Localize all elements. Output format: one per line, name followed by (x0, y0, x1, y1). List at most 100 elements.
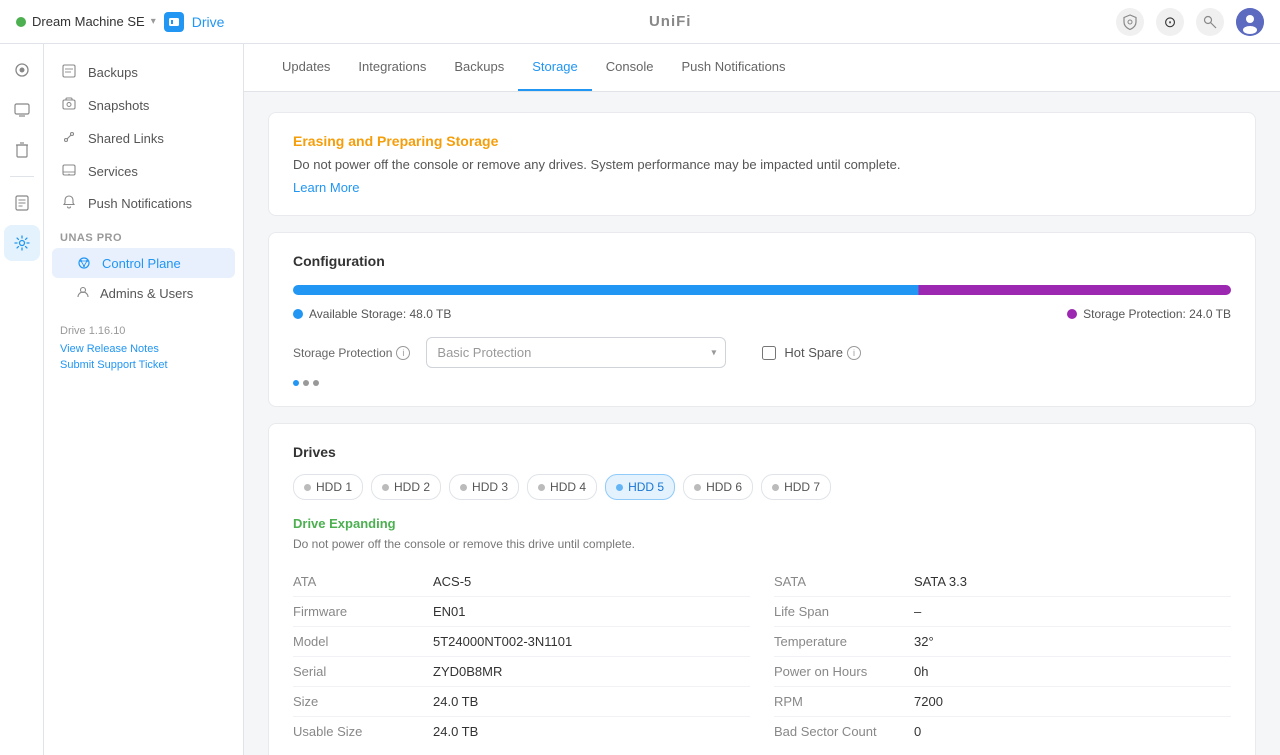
display-icon[interactable] (4, 92, 40, 128)
drive-dot-7 (772, 484, 779, 491)
drive-dot-2 (382, 484, 389, 491)
configuration-card: Configuration Available Storage: 48.0 TB… (268, 232, 1256, 407)
erasing-title: Erasing and Preparing Storage (293, 133, 1231, 149)
drive-badge-4[interactable]: HDD 4 (527, 474, 597, 500)
drives-title: Drives (293, 444, 1231, 460)
nav-item-push-notifications[interactable]: Push Notifications (44, 187, 243, 220)
detail-value: 24.0 TB (433, 724, 478, 739)
available-dot (293, 309, 303, 319)
available-storage-legend: Available Storage: 48.0 TB (293, 307, 451, 321)
detail-label: SATA (774, 574, 914, 589)
detail-row: SerialZYD0B8MR (293, 657, 750, 687)
detail-label: Size (293, 694, 433, 709)
shield-icon[interactable] (1116, 8, 1144, 36)
storage-protection-select[interactable]: Basic Protection (426, 337, 726, 368)
drive-details-right: SATASATA 3.3Life Span–Temperature32°Powe… (774, 567, 1231, 746)
topbar-left: Dream Machine SE ▾ Drive (16, 12, 224, 32)
tab-updates[interactable]: Updates (268, 44, 344, 91)
doc-icon[interactable] (4, 185, 40, 221)
detail-value: 0h (914, 664, 928, 679)
storage-protection-select-wrapper: Basic Protection ▾ (426, 337, 726, 368)
icon-sidebar (0, 44, 44, 755)
erasing-desc: Do not power off the console or remove a… (293, 157, 1231, 172)
drive-dot-5 (616, 484, 623, 491)
detail-value: EN01 (433, 604, 466, 619)
shared-links-icon (60, 130, 78, 147)
settings-icon[interactable] (4, 225, 40, 261)
drive-badge-6[interactable]: HDD 6 (683, 474, 753, 500)
config-title: Configuration (293, 253, 1231, 269)
drive-badge-1[interactable]: HDD 1 (293, 474, 363, 500)
detail-row: Bad Sector Count0 (774, 717, 1231, 746)
services-icon (60, 163, 78, 179)
home-icon[interactable] (4, 52, 40, 88)
drive-details-grid: ATAACS-5FirmwareEN01Model5T24000NT002-3N… (293, 567, 1231, 746)
topbar-right: ⊙ (1116, 8, 1264, 36)
hot-spare-checkbox[interactable] (762, 346, 776, 360)
detail-label: Power on Hours (774, 664, 914, 679)
center-title: UniFi (649, 13, 692, 30)
drive-expanding-desc: Do not power off the console or remove t… (293, 537, 1231, 551)
trash-icon[interactable] (4, 132, 40, 168)
nav-sub-admins-users[interactable]: Admins & Users (44, 278, 243, 309)
drive-icon (164, 12, 184, 32)
drive-dot-6 (694, 484, 701, 491)
nav-sidebar: Backups Snapshots Shared Links Services … (44, 44, 244, 755)
detail-row: SATASATA 3.3 (774, 567, 1231, 597)
app-name: Drive (192, 14, 225, 30)
nav-item-services[interactable]: Services (44, 155, 243, 187)
device-status-dot (16, 17, 26, 27)
device-selector[interactable]: Dream Machine SE ▾ (16, 14, 156, 29)
learn-more-link[interactable]: Learn More (293, 180, 359, 195)
dot-2 (303, 380, 309, 386)
tab-push-notifications[interactable]: Push Notifications (667, 44, 799, 91)
detail-row: RPM7200 (774, 687, 1231, 717)
tab-integrations[interactable]: Integrations (344, 44, 440, 91)
avatar[interactable] (1236, 8, 1264, 36)
hot-spare-label: Hot Spare i (784, 345, 861, 360)
erasing-card: Erasing and Preparing Storage Do not pow… (268, 112, 1256, 216)
drive-dot-4 (538, 484, 545, 491)
nav-sub-control-plane[interactable]: Control Plane (52, 248, 235, 278)
tabs-bar: Updates Integrations Backups Storage Con… (244, 44, 1280, 92)
detail-value: 24.0 TB (433, 694, 478, 709)
tab-storage[interactable]: Storage (518, 44, 592, 91)
detail-value: SATA 3.3 (914, 574, 967, 589)
detail-value: – (914, 604, 921, 619)
detail-label: Model (293, 634, 433, 649)
chevron-down-icon: ▾ (151, 16, 156, 27)
drive-badge-3[interactable]: HDD 3 (449, 474, 519, 500)
detail-row: Usable Size24.0 TB (293, 717, 750, 746)
nav-label-services: Services (88, 164, 138, 179)
drives-list: HDD 1 HDD 2 HDD 3 HDD 4 HDD 5 HDD 6 HDD 7 (293, 474, 1231, 500)
drive-badge-7[interactable]: HDD 7 (761, 474, 831, 500)
nav-item-backups[interactable]: Backups (44, 56, 243, 89)
storage-legend: Available Storage: 48.0 TB Storage Prote… (293, 307, 1231, 321)
detail-label: Serial (293, 664, 433, 679)
tab-console[interactable]: Console (592, 44, 668, 91)
nav-label-shared: Shared Links (88, 131, 164, 146)
submit-support-ticket-link[interactable]: Submit Support Ticket (60, 359, 227, 371)
tab-backups[interactable]: Backups (440, 44, 518, 91)
backups-icon (60, 64, 78, 81)
device-name: Dream Machine SE (32, 14, 145, 29)
content-area: Updates Integrations Backups Storage Con… (244, 44, 1280, 755)
dot-1 (293, 380, 299, 386)
drive-expanding-title: Drive Expanding (293, 516, 1231, 531)
detail-value: ACS-5 (433, 574, 471, 589)
detail-row: Size24.0 TB (293, 687, 750, 717)
key-icon[interactable] (1196, 8, 1224, 36)
detail-value: 5T24000NT002-3N1101 (433, 634, 572, 649)
nav-item-snapshots[interactable]: Snapshots (44, 89, 243, 122)
main-content: Erasing and Preparing Storage Do not pow… (244, 92, 1280, 755)
drive-badge-5[interactable]: HDD 5 (605, 474, 675, 500)
topbar-drive-section: Drive (164, 12, 225, 32)
drive-badge-2[interactable]: HDD 2 (371, 474, 441, 500)
nav-item-shared-links[interactable]: Shared Links (44, 122, 243, 155)
drives-section: Drives HDD 1HDD 2HDD 3HDD 4HDD 5HDD 6HDD… (268, 423, 1256, 755)
view-release-notes-link[interactable]: View Release Notes (60, 343, 227, 355)
hot-spare-info-icon[interactable]: i (847, 346, 861, 360)
storage-protection-info-icon[interactable]: i (396, 346, 410, 360)
camera-icon[interactable]: ⊙ (1156, 8, 1184, 36)
protection-dot (1067, 309, 1077, 319)
